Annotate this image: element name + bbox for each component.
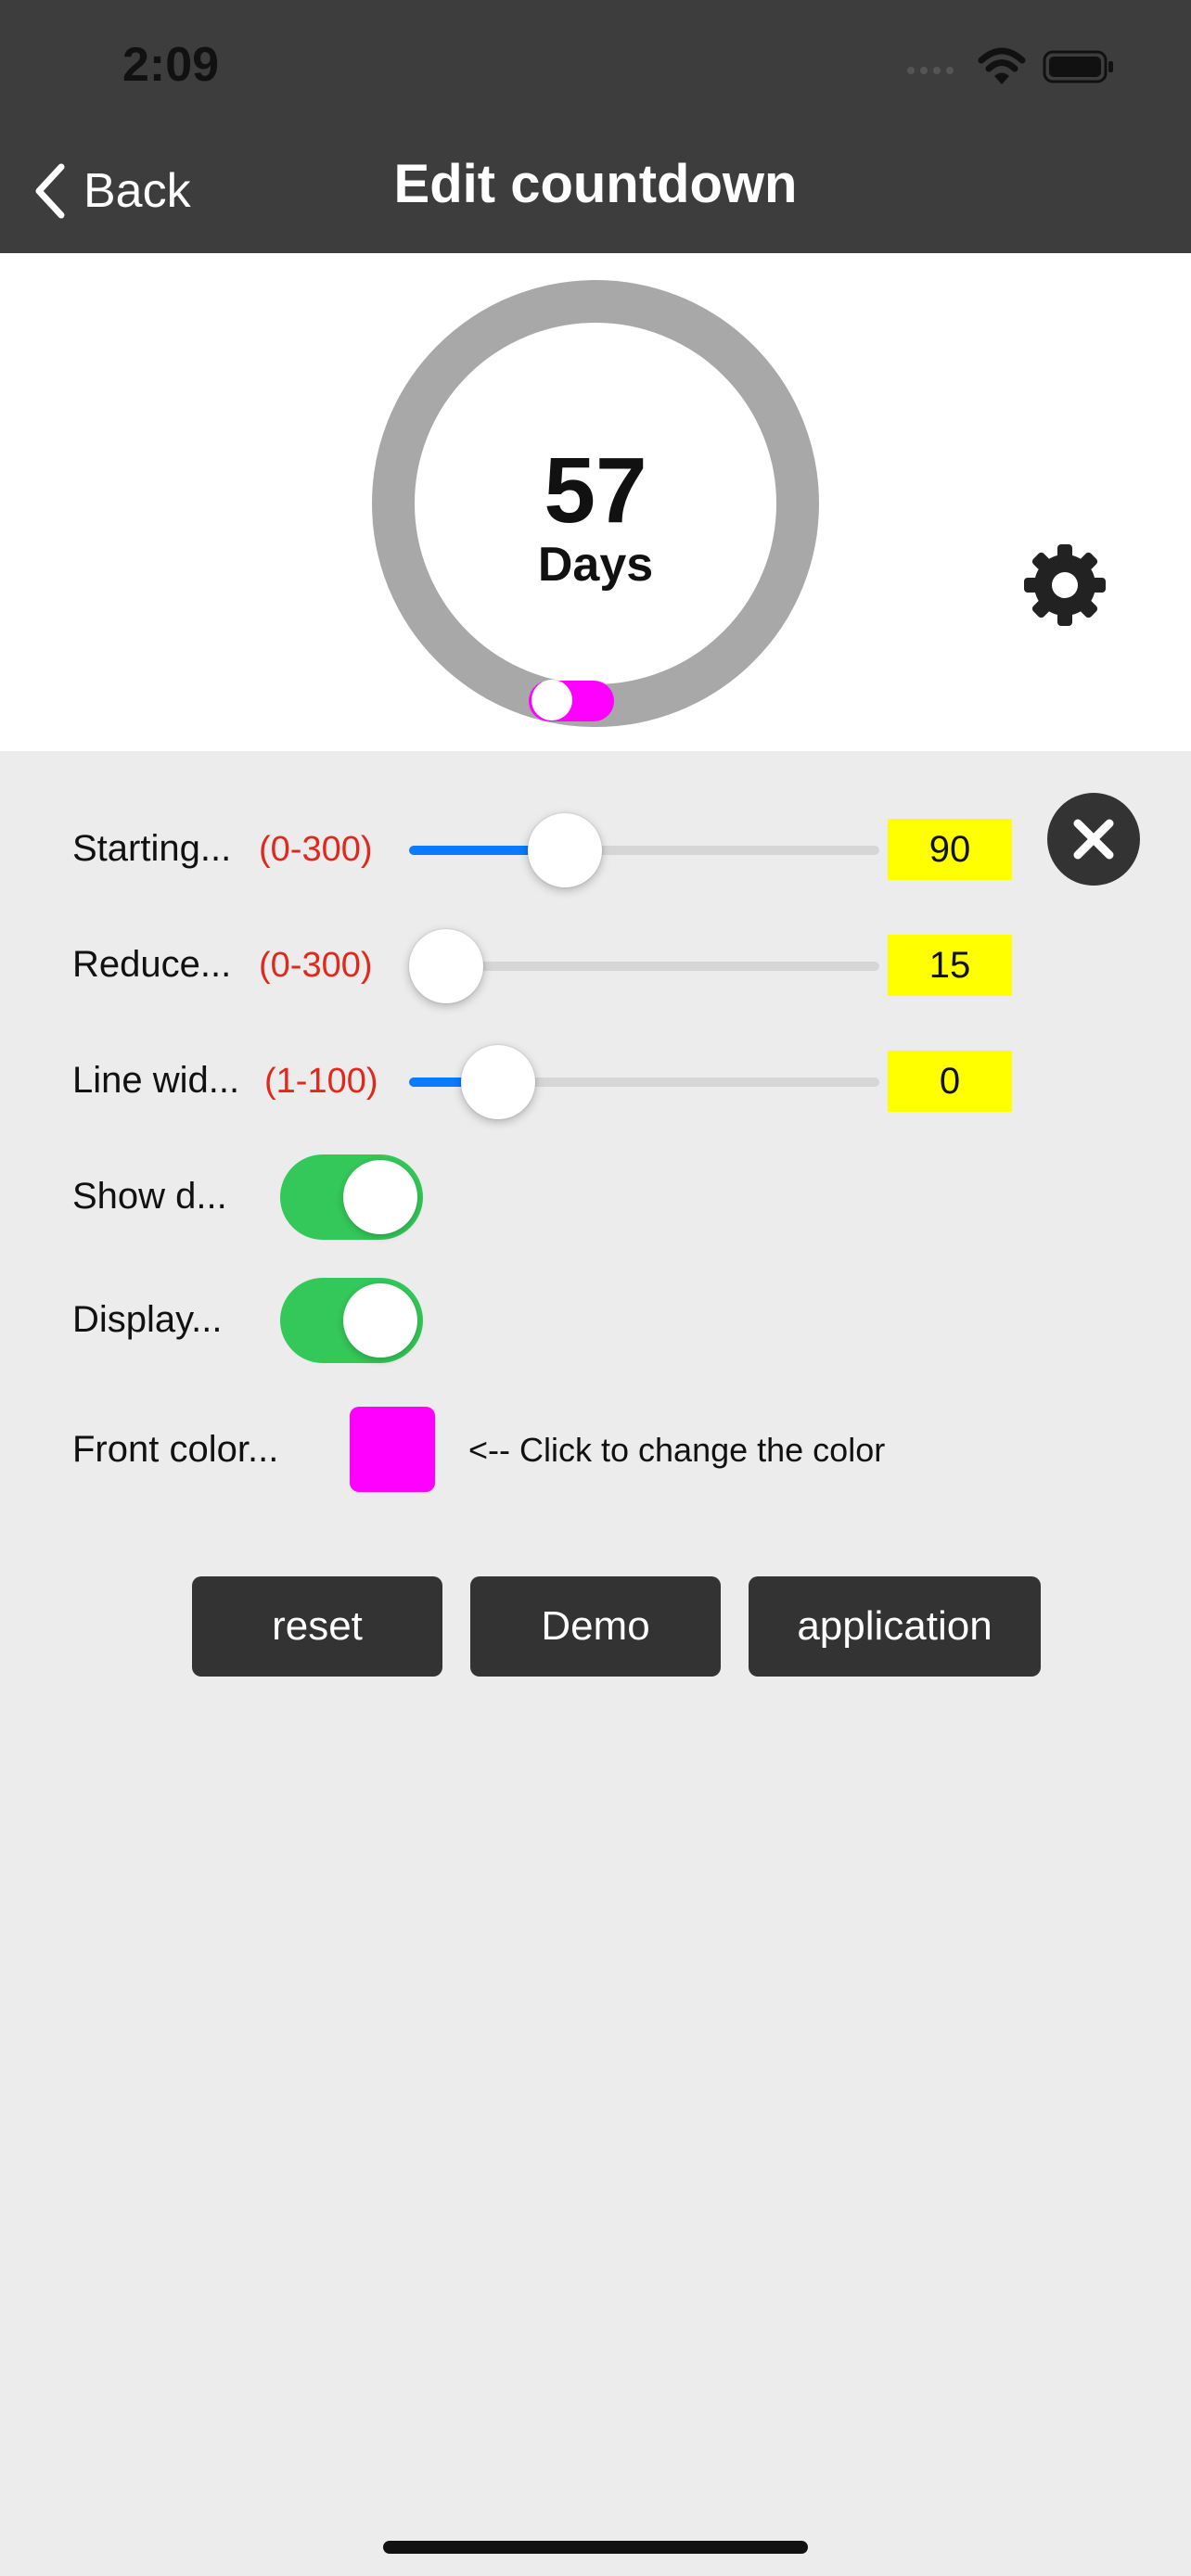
toggle-show[interactable]: [280, 1154, 423, 1240]
slider-label-starting: Starting...: [72, 828, 232, 869]
toggle-knob: [343, 1160, 417, 1234]
toggle-display[interactable]: [280, 1278, 423, 1363]
home-indicator: [383, 2541, 808, 2554]
battery-icon: [1043, 50, 1113, 83]
slider-label-reduce: Reduce...: [72, 944, 232, 985]
slider-thumb-starting[interactable]: [528, 813, 603, 887]
demo-button[interactable]: Demo: [470, 1576, 721, 1677]
slider-value-reduce: 15: [888, 935, 1012, 996]
slider-thumb-reduce[interactable]: [409, 929, 483, 1003]
slider-value-starting: 90: [888, 819, 1012, 880]
slider-thumb-line-width[interactable]: [460, 1045, 535, 1119]
reset-button[interactable]: reset: [192, 1576, 442, 1677]
slider-label-line-width: Line wid...: [72, 1060, 240, 1101]
slider-range-reduce: (0-300): [259, 946, 373, 985]
color-hint: <-- Click to change the color: [468, 1431, 886, 1469]
navigation-header: 2:09 Back Edit countdown: [0, 0, 1191, 253]
close-icon: [1073, 819, 1114, 860]
slider-range-starting: (0-300): [259, 830, 373, 869]
countdown-number: 57: [544, 439, 647, 542]
countdown-unit: Days: [538, 538, 653, 592]
toggle-knob: [343, 1283, 417, 1358]
slider-value-line-width: 0: [888, 1051, 1012, 1112]
countdown-preview: 57 Days: [0, 253, 1191, 751]
cellular-signal-icon: [907, 67, 954, 74]
status-time: 2:09: [122, 38, 220, 92]
toggle-label-show: Show d...: [72, 1176, 227, 1217]
wifi-icon: [978, 47, 1026, 84]
page-title: Edit countdown: [393, 154, 798, 214]
close-button[interactable]: [1047, 793, 1140, 886]
status-icons: [905, 45, 1117, 89]
application-button[interactable]: application: [749, 1576, 1041, 1677]
slider-range-line-width: (1-100): [264, 1062, 378, 1101]
gear-icon[interactable]: [1020, 541, 1109, 630]
front-color-label: Front color...: [72, 1429, 279, 1470]
front-color-swatch[interactable]: [350, 1407, 435, 1492]
ring-progress-knob: [531, 680, 572, 721]
toggle-label-display: Display...: [72, 1299, 223, 1340]
countdown-ring: 57 Days: [372, 280, 819, 727]
